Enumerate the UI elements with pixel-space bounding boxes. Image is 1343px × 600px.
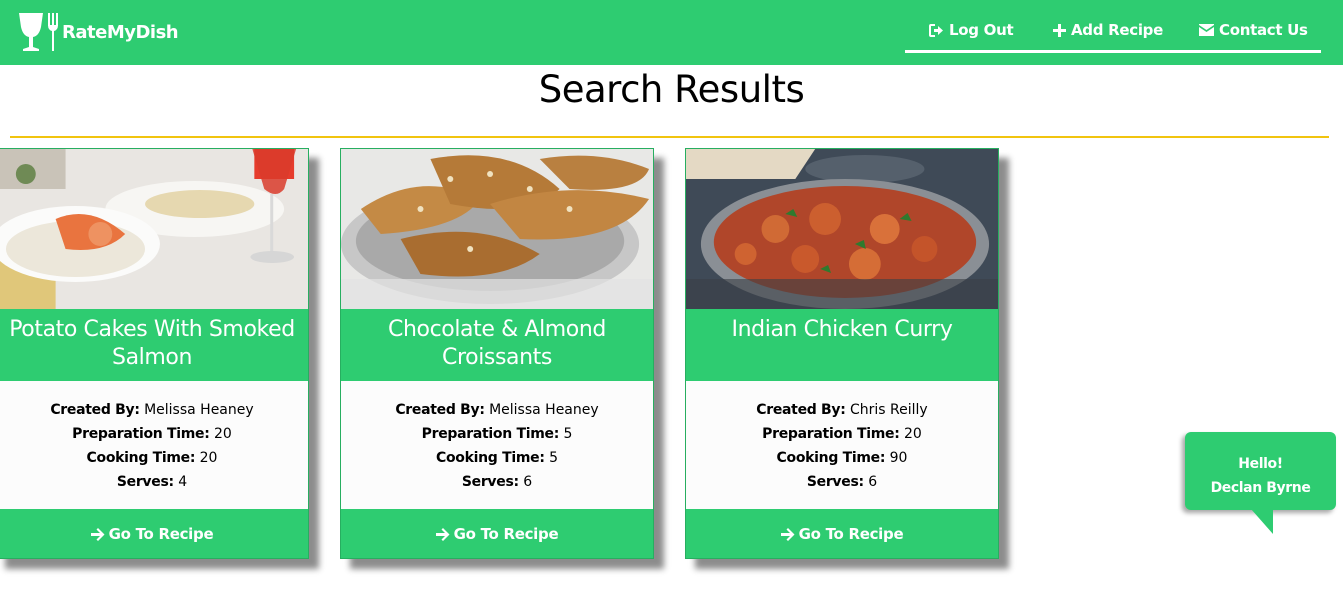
- serves-label: Serves:: [116, 474, 174, 490]
- envelope-icon: [1199, 24, 1214, 36]
- arrow-right-icon: [780, 527, 795, 541]
- glass-fork-logo-icon: [19, 13, 58, 51]
- serves-row: Serves: 6: [341, 470, 653, 494]
- recipe-title: Indian Chicken Curry: [686, 309, 998, 381]
- created-by-value: Melissa Heaney: [144, 402, 254, 418]
- recipe-card: Potato Cakes With Smoked Salmon Created …: [0, 148, 309, 559]
- cooking-time-value: 5: [549, 450, 558, 466]
- title-divider: [10, 136, 1329, 138]
- page-title: Search Results: [538, 68, 805, 111]
- greeting-bubble-tail: [1251, 509, 1273, 534]
- prep-time-row: Preparation Time: 20: [686, 422, 998, 446]
- prep-time-label: Preparation Time:: [421, 426, 560, 442]
- go-to-recipe-button[interactable]: Go To Recipe: [0, 509, 308, 558]
- greeting-hello: Hello!: [1238, 456, 1283, 472]
- created-by-row: Created By: Chris Reilly: [686, 398, 998, 422]
- go-to-recipe-button[interactable]: Go To Recipe: [341, 509, 653, 558]
- greeting-user-name: Declan Byrne: [1210, 480, 1311, 496]
- recipe-title: Chocolate & Almond Croissants: [341, 309, 653, 381]
- created-by-label: Created By:: [756, 402, 846, 418]
- nav-contact-us[interactable]: Contact Us: [1199, 21, 1308, 39]
- prep-time-value: 20: [904, 426, 922, 442]
- serves-row: Serves: 6: [686, 470, 998, 494]
- serves-label: Serves:: [461, 474, 519, 490]
- recipe-card: Chocolate & Almond Croissants Created By…: [340, 148, 654, 559]
- prep-time-value: 5: [563, 426, 573, 442]
- created-by-row: Created By: Melissa Heaney: [0, 398, 308, 422]
- cooking-time-value: 90: [889, 450, 908, 466]
- brand-link[interactable]: RateMyDish: [18, 10, 179, 54]
- recipe-details: Created By: Melissa Heaney Preparation T…: [0, 381, 308, 509]
- cooking-time-row: Cooking Time: 90: [686, 446, 998, 470]
- brand-name: RateMyDish: [62, 21, 179, 43]
- serves-value: 6: [523, 474, 533, 490]
- recipe-image: [686, 149, 998, 309]
- created-by-label: Created By:: [395, 402, 485, 418]
- serves-value: 4: [178, 474, 188, 490]
- cooking-time-label: Cooking Time:: [86, 450, 196, 466]
- serves-label: Serves:: [806, 474, 864, 490]
- cooking-time-row: Cooking Time: 20: [0, 446, 308, 470]
- created-by-value: Chris Reilly: [850, 402, 928, 418]
- serves-value: 6: [868, 474, 878, 490]
- sign-out-icon: [929, 23, 943, 37]
- nav-log-out-label: Log Out: [949, 21, 1014, 39]
- arrow-right-icon: [90, 527, 105, 541]
- recipe-details: Created By: Chris Reilly Preparation Tim…: [686, 381, 998, 509]
- go-to-recipe-button[interactable]: Go To Recipe: [686, 509, 998, 558]
- prep-time-row: Preparation Time: 5: [341, 422, 653, 446]
- go-to-recipe-label: Go To Recipe: [453, 525, 559, 543]
- serves-row: Serves: 4: [0, 470, 308, 494]
- cooking-time-label: Cooking Time:: [776, 450, 886, 466]
- recipe-details: Created By: Melissa Heaney Preparation T…: [341, 381, 653, 509]
- prep-time-label: Preparation Time:: [72, 426, 210, 442]
- prep-time-label: Preparation Time:: [762, 426, 900, 442]
- recipe-card: Indian Chicken Curry Created By: Chris R…: [685, 148, 999, 559]
- created-by-label: Created By:: [50, 402, 140, 418]
- nav-add-recipe-label: Add Recipe: [1071, 21, 1163, 39]
- created-by-row: Created By: Melissa Heaney: [341, 398, 653, 422]
- go-to-recipe-label: Go To Recipe: [798, 525, 904, 543]
- nav-log-out[interactable]: Log Out: [929, 21, 1014, 39]
- recipe-title: Potato Cakes With Smoked Salmon: [0, 309, 308, 381]
- nav-add-recipe[interactable]: Add Recipe: [1053, 21, 1163, 39]
- main-nav: Log Out Add Recipe Contact Us: [905, 16, 1321, 53]
- cooking-time-label: Cooking Time:: [436, 450, 545, 466]
- navbar: RateMyDish Log Out Add Recipe Contact Us: [0, 0, 1343, 65]
- cooking-time-value: 20: [199, 450, 218, 466]
- created-by-value: Melissa Heaney: [489, 402, 599, 418]
- arrow-right-icon: [435, 527, 450, 541]
- greeting-bubble: Hello! Declan Byrne: [1185, 432, 1336, 510]
- plus-icon: [1053, 23, 1066, 37]
- cooking-time-row: Cooking Time: 5: [341, 446, 653, 470]
- go-to-recipe-label: Go To Recipe: [108, 525, 214, 543]
- prep-time-value: 20: [214, 426, 232, 442]
- nav-contact-us-label: Contact Us: [1219, 21, 1308, 39]
- recipe-image: [341, 149, 653, 309]
- recipe-image: [0, 149, 308, 309]
- prep-time-row: Preparation Time: 20: [0, 422, 308, 446]
